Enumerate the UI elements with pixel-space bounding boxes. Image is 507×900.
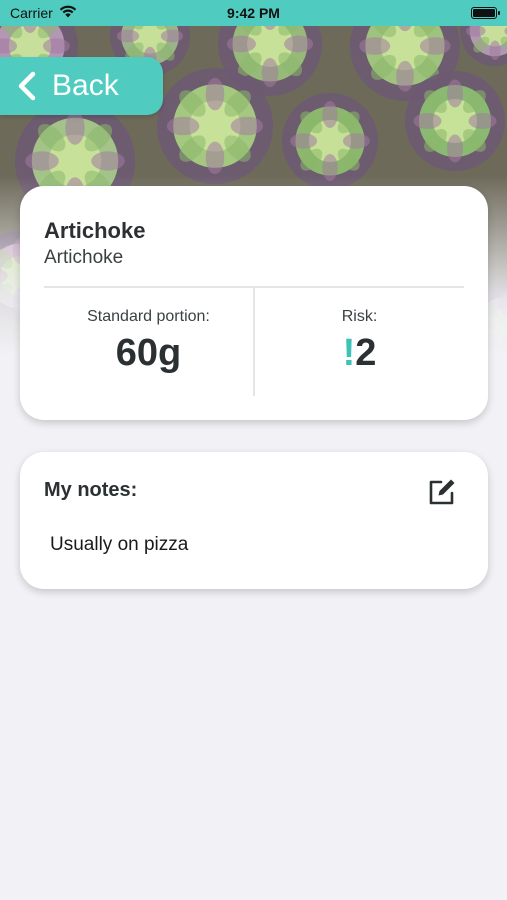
artichoke-shape <box>282 93 378 189</box>
notes-card: My notes: Usually on pizza <box>20 452 488 589</box>
chevron-left-icon <box>18 71 36 101</box>
artichoke-shape <box>157 68 273 184</box>
food-name: Artichoke <box>44 218 146 243</box>
risk-label: Risk: <box>341 308 378 325</box>
risk-mark: ! <box>342 332 356 374</box>
edit-icon[interactable] <box>426 476 458 508</box>
carrier-label: Carrier <box>10 5 53 21</box>
food-subname: Artichoke <box>44 247 124 268</box>
artichoke-shape <box>460 26 507 66</box>
wifi-icon <box>59 5 77 21</box>
risk-value: !2 <box>255 332 464 375</box>
food-card: Artichoke Artichoke Standard portion: 60… <box>20 186 488 420</box>
back-label: Back <box>52 69 119 102</box>
status-bar: Carrier 9:42 PM <box>0 0 507 26</box>
notes-text: Usually on pizza <box>50 534 189 555</box>
back-button[interactable]: Back <box>0 57 163 115</box>
risk-number: 2 <box>355 332 377 374</box>
status-left: Carrier <box>10 5 77 21</box>
portion-value: 60g <box>115 332 182 374</box>
notes-title: My notes: <box>44 479 138 501</box>
artichoke-shape <box>405 71 505 171</box>
portion-label: Standard portion: <box>87 308 210 325</box>
battery-icon <box>471 7 500 19</box>
